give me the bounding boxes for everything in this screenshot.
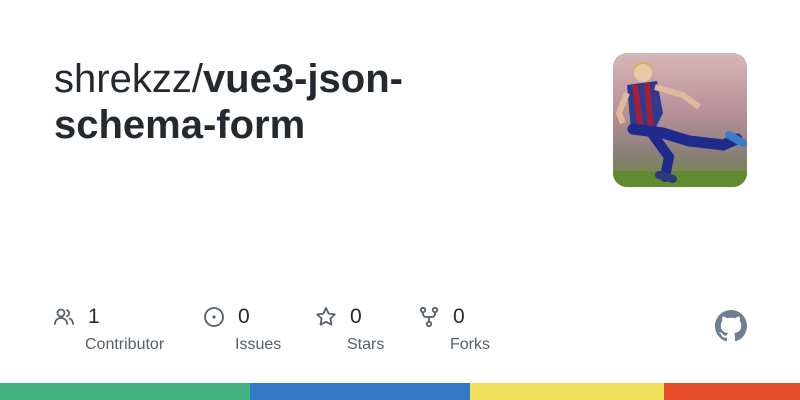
language-bar: [0, 383, 800, 400]
repo-name-line2: schema-form: [54, 103, 306, 147]
language-segment: [0, 383, 251, 400]
repo-title[interactable]: shrekzz/vue3-json- schema-form: [54, 56, 584, 148]
stat-contributors[interactable]: 1 Contributor: [52, 304, 164, 354]
language-segment: [250, 383, 471, 400]
repo-name-line1: vue3-json-: [202, 57, 403, 101]
language-segment: [470, 383, 664, 400]
stars-label: Stars: [347, 336, 385, 353]
github-logo-icon[interactable]: [715, 310, 747, 342]
owner-avatar[interactable]: [613, 53, 747, 187]
issues-label: Issues: [235, 336, 282, 353]
fork-icon: [417, 305, 441, 329]
stat-stars[interactable]: 0 Stars: [314, 304, 384, 354]
issue-icon: [202, 305, 226, 329]
issues-count: 0: [238, 305, 250, 328]
contributors-count: 1: [88, 305, 100, 328]
forks-label: Forks: [450, 336, 490, 353]
stars-count: 0: [350, 305, 362, 328]
star-icon: [314, 305, 338, 329]
people-icon: [52, 305, 76, 329]
stat-issues[interactable]: 0 Issues: [202, 304, 281, 354]
contributors-label: Contributor: [85, 336, 165, 353]
forks-count: 0: [453, 305, 465, 328]
language-segment: [663, 383, 800, 400]
repo-owner: shrekzz/: [54, 57, 203, 101]
avatar-image: [613, 53, 747, 187]
stat-forks[interactable]: 0 Forks: [417, 304, 490, 354]
